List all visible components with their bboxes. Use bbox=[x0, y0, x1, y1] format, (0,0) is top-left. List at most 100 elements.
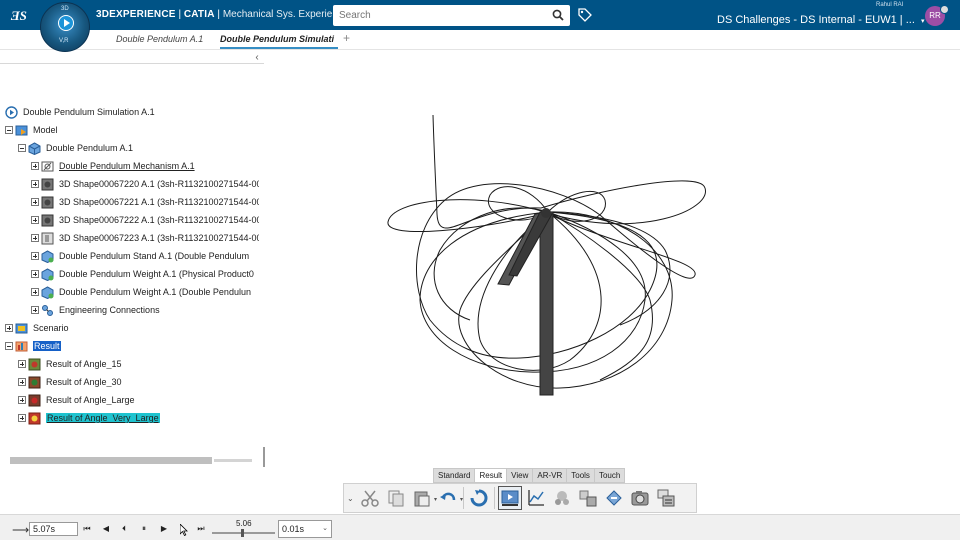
tab-ar-vr[interactable]: AR-VR bbox=[532, 468, 567, 483]
search-icon[interactable] bbox=[552, 9, 564, 21]
undo-button[interactable]: ▾ bbox=[436, 486, 463, 510]
tree-item-label: Engineering Connections bbox=[59, 305, 160, 315]
mechanism-icon bbox=[41, 161, 54, 171]
player-button[interactable] bbox=[498, 486, 522, 510]
platform-selector[interactable]: DS Challenges - DS Internal - EUW1 | ...… bbox=[717, 14, 924, 26]
slider-thumb[interactable] bbox=[241, 529, 244, 537]
tab-standard[interactable]: Standard bbox=[433, 468, 475, 483]
trace-button[interactable] bbox=[576, 486, 600, 510]
3d-viewport[interactable] bbox=[266, 64, 960, 464]
tree-result-item[interactable]: Result of Angle_Large bbox=[18, 392, 135, 408]
tab-view[interactable]: View bbox=[506, 468, 533, 483]
step-select[interactable]: 0.01s ⌄ bbox=[278, 520, 332, 538]
expand-icon[interactable] bbox=[5, 324, 13, 332]
cut-button[interactable] bbox=[358, 486, 382, 510]
collapse-icon[interactable] bbox=[5, 126, 13, 134]
tree-node-pendulum[interactable]: Double Pendulum A.1 bbox=[18, 140, 133, 156]
tree-item[interactable]: 3D Shape00067223 A.1 (3sh-R1132100271544… bbox=[31, 230, 259, 246]
tree-item[interactable]: 3D Shape00067221 A.1 (3sh-R1132100271544… bbox=[31, 194, 259, 210]
tab-tools[interactable]: Tools bbox=[566, 468, 594, 483]
scrollbar-track bbox=[214, 459, 252, 462]
tab-double-pendulum[interactable]: Double Pendulum A.1 bbox=[116, 34, 206, 44]
paste-icon bbox=[414, 491, 430, 507]
scenario-icon bbox=[15, 323, 28, 333]
update-button[interactable] bbox=[467, 486, 491, 510]
expand-icon[interactable] bbox=[31, 306, 39, 314]
tree-node-scenario[interactable]: Scenario bbox=[5, 320, 69, 336]
tree-item-label: 3D Shape00067223 A.1 (3sh-R1132100271544… bbox=[59, 233, 259, 243]
sensor-button[interactable] bbox=[550, 486, 574, 510]
player-icon bbox=[501, 490, 519, 506]
tab-touch[interactable]: Touch bbox=[593, 468, 626, 483]
slider-value: 5.06 bbox=[236, 519, 252, 528]
search-input[interactable] bbox=[333, 5, 543, 26]
search-box[interactable] bbox=[333, 5, 570, 26]
tree-node-label: Result bbox=[33, 341, 61, 351]
tree-item[interactable]: Double Pendulum Weight A.1 (Double Pendu… bbox=[31, 284, 251, 300]
expand-icon[interactable] bbox=[18, 378, 26, 386]
results-manager-button[interactable] bbox=[654, 486, 678, 510]
go-to-start-button[interactable]: ⏮ bbox=[81, 523, 93, 535]
compass-icon[interactable]: 3D V,R bbox=[40, 2, 90, 52]
dassault-logo[interactable]: ƎS bbox=[10, 5, 32, 25]
expand-icon[interactable] bbox=[18, 396, 26, 404]
collapse-panel-icon[interactable]: ‹ bbox=[251, 52, 263, 64]
tree-item[interactable]: Double Pendulum Mechanism A.1 bbox=[31, 158, 195, 174]
expand-icon[interactable] bbox=[31, 288, 39, 296]
compass-play-icon[interactable] bbox=[58, 15, 74, 31]
expand-icon[interactable] bbox=[18, 360, 26, 368]
tree-horizontal-scrollbar[interactable] bbox=[10, 457, 212, 464]
top-bar: ƎS 3DEXPERIENCE | CATIA | Mechanical Sys… bbox=[0, 0, 960, 30]
tab-result[interactable]: Result bbox=[474, 468, 507, 483]
go-to-end-button[interactable]: ⏭ bbox=[195, 523, 207, 535]
tree-item[interactable]: Double Pendulum Stand A.1 (Double Pendul… bbox=[31, 248, 249, 264]
play-backward-button[interactable]: ⏴ bbox=[118, 523, 130, 535]
pause-button[interactable]: ⏸ bbox=[138, 523, 150, 535]
tree-node-label: Model bbox=[33, 125, 58, 135]
add-tab-icon[interactable]: + bbox=[343, 31, 350, 45]
dropdown-icon[interactable]: ▾ bbox=[460, 496, 463, 503]
expand-icon[interactable] bbox=[31, 234, 39, 242]
expand-icon[interactable] bbox=[31, 270, 39, 278]
expand-icon[interactable] bbox=[31, 162, 39, 170]
tree-item[interactable]: Engineering Connections bbox=[31, 302, 160, 318]
collapse-icon[interactable] bbox=[5, 342, 13, 350]
shape-icon bbox=[41, 178, 54, 190]
paste-button[interactable]: ▾ bbox=[410, 486, 437, 510]
expand-icon[interactable] bbox=[31, 252, 39, 260]
tab-double-pendulum-simulation[interactable]: Double Pendulum Simulati bbox=[220, 34, 338, 49]
expand-icon[interactable] bbox=[18, 414, 26, 422]
trace-icon bbox=[579, 490, 597, 507]
shape-icon bbox=[41, 232, 54, 244]
copy-button[interactable] bbox=[384, 486, 408, 510]
panel-splitter[interactable] bbox=[263, 447, 265, 467]
tree-result-item[interactable]: Result of Angle_15 bbox=[18, 356, 122, 372]
collapse-icon[interactable] bbox=[18, 144, 26, 152]
plot-button[interactable] bbox=[524, 486, 548, 510]
settings-badge-icon[interactable] bbox=[940, 5, 949, 14]
expand-icon[interactable] bbox=[31, 180, 39, 188]
fast-button[interactable] bbox=[602, 486, 626, 510]
tree-node-result[interactable]: Result bbox=[5, 338, 61, 354]
time-field[interactable]: 5.07s bbox=[29, 522, 78, 536]
step-back-button[interactable]: ◀ bbox=[100, 523, 112, 535]
tree-result-item[interactable]: Result of Angle_30 bbox=[18, 374, 122, 390]
tree-item[interactable]: Double Pendulum Weight A.1 (Physical Pro… bbox=[31, 266, 254, 282]
tree-item[interactable]: 3D Shape00067222 A.1 (3sh-R1132100271544… bbox=[31, 212, 259, 228]
tag-icon[interactable] bbox=[577, 7, 593, 23]
chevron-down-icon[interactable]: ⌄ bbox=[347, 494, 357, 503]
tree-result-item[interactable]: Result of Angle_Very_Large bbox=[18, 410, 160, 426]
expand-icon[interactable] bbox=[31, 216, 39, 224]
mouse-cursor-icon bbox=[180, 524, 188, 536]
capture-icon bbox=[631, 491, 649, 506]
tree-item[interactable]: 3D Shape00067220 A.1 (3sh-R1132100271544… bbox=[31, 176, 259, 192]
expand-icon[interactable] bbox=[31, 198, 39, 206]
capture-button[interactable] bbox=[628, 486, 652, 510]
compass-bottom-label: V,R bbox=[59, 38, 69, 44]
tree-root[interactable]: Double Pendulum Simulation A.1 bbox=[5, 104, 155, 120]
simulation-icon bbox=[5, 105, 18, 119]
tree-node-model[interactable]: Model bbox=[5, 122, 58, 138]
pendulum-model bbox=[497, 208, 554, 396]
step-forward-button[interactable]: ▶ bbox=[158, 523, 170, 535]
physical-product-icon bbox=[41, 249, 54, 263]
